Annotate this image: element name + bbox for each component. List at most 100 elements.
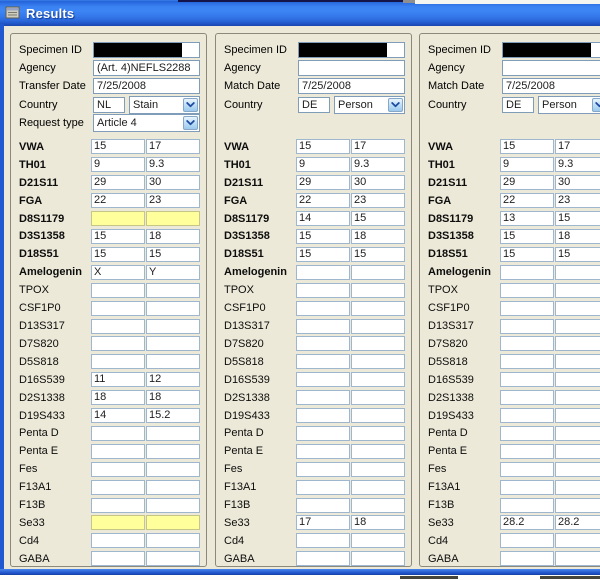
allele-cell[interactable]: 15	[500, 247, 554, 262]
allele-cell[interactable]	[351, 265, 405, 280]
allele-cell[interactable]: 15	[351, 247, 405, 262]
allele-cell[interactable]	[555, 426, 600, 441]
allele-cell[interactable]	[296, 408, 350, 423]
allele-cell[interactable]	[91, 426, 145, 441]
allele-cell[interactable]	[91, 551, 145, 566]
allele-cell[interactable]: 18	[146, 390, 200, 405]
allele-cell[interactable]: 18	[146, 229, 200, 244]
allele-cell[interactable]	[500, 390, 554, 405]
allele-cell[interactable]: 9	[91, 157, 145, 172]
allele-cell[interactable]	[296, 551, 350, 566]
allele-cell[interactable]: 12	[146, 372, 200, 387]
allele-cell[interactable]: 14	[296, 211, 350, 226]
allele-cell[interactable]	[91, 283, 145, 298]
allele-cell[interactable]	[146, 498, 200, 513]
allele-cell[interactable]	[555, 498, 600, 513]
match-date-field[interactable]: 7/25/2008	[502, 78, 600, 94]
allele-cell[interactable]	[296, 283, 350, 298]
allele-cell[interactable]	[555, 408, 600, 423]
allele-cell[interactable]	[500, 480, 554, 495]
allele-cell[interactable]: 17	[351, 139, 405, 154]
allele-cell[interactable]	[146, 551, 200, 566]
allele-cell[interactable]	[296, 372, 350, 387]
allele-cell[interactable]	[91, 515, 145, 530]
allele-cell[interactable]: 28.2	[555, 515, 600, 530]
allele-cell[interactable]	[555, 444, 600, 459]
allele-cell[interactable]	[500, 498, 554, 513]
allele-cell[interactable]	[146, 515, 200, 530]
allele-cell[interactable]	[91, 336, 145, 351]
allele-cell[interactable]	[146, 462, 200, 477]
allele-cell[interactable]: 23	[555, 193, 600, 208]
allele-cell[interactable]: 18	[351, 515, 405, 530]
allele-cell[interactable]	[555, 480, 600, 495]
allele-cell[interactable]	[91, 319, 145, 334]
allele-cell[interactable]: 15	[296, 247, 350, 262]
allele-cell[interactable]: 15	[91, 139, 145, 154]
country-code-field[interactable]: DE	[502, 97, 534, 113]
allele-cell[interactable]: 17	[555, 139, 600, 154]
specimen-id-field[interactable]	[502, 42, 600, 58]
allele-cell[interactable]: 30	[555, 175, 600, 190]
allele-cell[interactable]: 29	[296, 175, 350, 190]
allele-cell[interactable]	[146, 480, 200, 495]
allele-cell[interactable]	[351, 319, 405, 334]
allele-cell[interactable]: Y	[146, 265, 200, 280]
allele-cell[interactable]: 18	[351, 229, 405, 244]
agency-field[interactable]	[502, 60, 600, 76]
allele-cell[interactable]: 15	[91, 247, 145, 262]
allele-cell[interactable]	[91, 354, 145, 369]
allele-cell[interactable]	[351, 551, 405, 566]
allele-cell[interactable]: 23	[146, 193, 200, 208]
allele-cell[interactable]	[351, 498, 405, 513]
allele-cell[interactable]	[500, 551, 554, 566]
allele-cell[interactable]: 11	[91, 372, 145, 387]
allele-cell[interactable]: 9	[296, 157, 350, 172]
allele-cell[interactable]: 30	[146, 175, 200, 190]
allele-cell[interactable]: 13	[500, 211, 554, 226]
allele-cell[interactable]	[91, 462, 145, 477]
allele-cell[interactable]	[91, 211, 145, 226]
allele-cell[interactable]	[555, 336, 600, 351]
allele-cell[interactable]	[91, 480, 145, 495]
allele-cell[interactable]	[146, 354, 200, 369]
allele-cell[interactable]: 30	[351, 175, 405, 190]
allele-cell[interactable]	[555, 462, 600, 477]
allele-cell[interactable]	[91, 444, 145, 459]
allele-cell[interactable]: 29	[500, 175, 554, 190]
allele-cell[interactable]: 22	[500, 193, 554, 208]
allele-cell[interactable]	[500, 426, 554, 441]
country-code-field[interactable]: NL	[93, 97, 125, 113]
allele-cell[interactable]	[146, 319, 200, 334]
allele-cell[interactable]: 15	[351, 211, 405, 226]
allele-cell[interactable]	[296, 354, 350, 369]
allele-cell[interactable]: 15	[296, 229, 350, 244]
allele-cell[interactable]: 23	[351, 193, 405, 208]
allele-cell[interactable]	[500, 283, 554, 298]
allele-cell[interactable]	[146, 301, 200, 316]
allele-cell[interactable]	[555, 390, 600, 405]
specimen-id-field[interactable]	[93, 42, 200, 58]
allele-cell[interactable]	[296, 444, 350, 459]
allele-cell[interactable]	[351, 480, 405, 495]
allele-cell[interactable]: 18	[91, 390, 145, 405]
allele-cell[interactable]: 15	[146, 247, 200, 262]
allele-cell[interactable]	[296, 336, 350, 351]
allele-cell[interactable]	[555, 354, 600, 369]
allele-cell[interactable]: 15	[296, 139, 350, 154]
allele-cell[interactable]: 22	[296, 193, 350, 208]
allele-cell[interactable]	[351, 426, 405, 441]
allele-cell[interactable]: X	[91, 265, 145, 280]
specimen-type-select[interactable]: Stain	[129, 96, 200, 114]
allele-cell[interactable]	[296, 301, 350, 316]
allele-cell[interactable]	[351, 444, 405, 459]
specimen-id-field[interactable]	[298, 42, 405, 58]
allele-cell[interactable]	[296, 480, 350, 495]
allele-cell[interactable]	[296, 426, 350, 441]
allele-cell[interactable]	[555, 301, 600, 316]
allele-cell[interactable]	[351, 408, 405, 423]
country-code-field[interactable]: DE	[298, 97, 330, 113]
allele-cell[interactable]: 15.2	[146, 408, 200, 423]
allele-cell[interactable]: 9.3	[351, 157, 405, 172]
allele-cell[interactable]	[296, 265, 350, 280]
